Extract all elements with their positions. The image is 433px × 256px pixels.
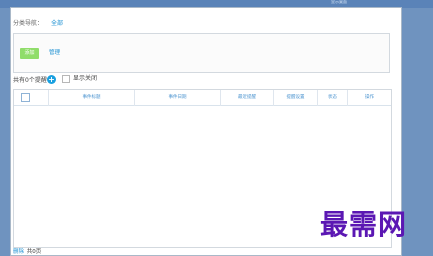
manage-link[interactable]: 管理 [49, 48, 60, 59]
show-closed-label: 显示关闭 [73, 75, 98, 82]
column-header-date[interactable]: 事件日期 [135, 90, 221, 106]
delete-link[interactable]: 删除 [13, 249, 24, 255]
add-button[interactable]: 添加 [20, 48, 39, 59]
column-header-status[interactable]: 状态 [318, 90, 348, 106]
column-header-recent-reminder[interactable]: 最近提醒 [221, 90, 274, 106]
top-bar-text[interactable]: 显示桌面 [331, 0, 373, 4]
reminder-count: 共有0个提醒 [13, 77, 47, 84]
column-header-title[interactable]: 事件标题 [49, 90, 135, 106]
column-header-reminder-setting[interactable]: 提醒设置 [274, 90, 318, 106]
category-nav: 分类导航： 全部 [13, 19, 63, 28]
select-all-checkbox[interactable] [21, 93, 30, 102]
add-reminder-plus-icon[interactable]: + [47, 75, 56, 84]
table-footer: 删除 共0页 [13, 248, 41, 256]
category-nav-label: 分类导航： [13, 20, 44, 27]
watermark-logo: 最需网 [320, 208, 408, 241]
select-all-cell [14, 90, 49, 106]
column-header-actions[interactable]: 操作 [348, 90, 391, 106]
toolbar-box: 添加 管理 [13, 33, 390, 73]
show-closed-checkbox[interactable] [62, 75, 70, 83]
table-header: 事件标题 事件日期 最近提醒 提醒设置 状态 操作 [14, 90, 391, 106]
page-count: 共0页 [26, 249, 42, 255]
category-all-link[interactable]: 全部 [51, 20, 63, 27]
